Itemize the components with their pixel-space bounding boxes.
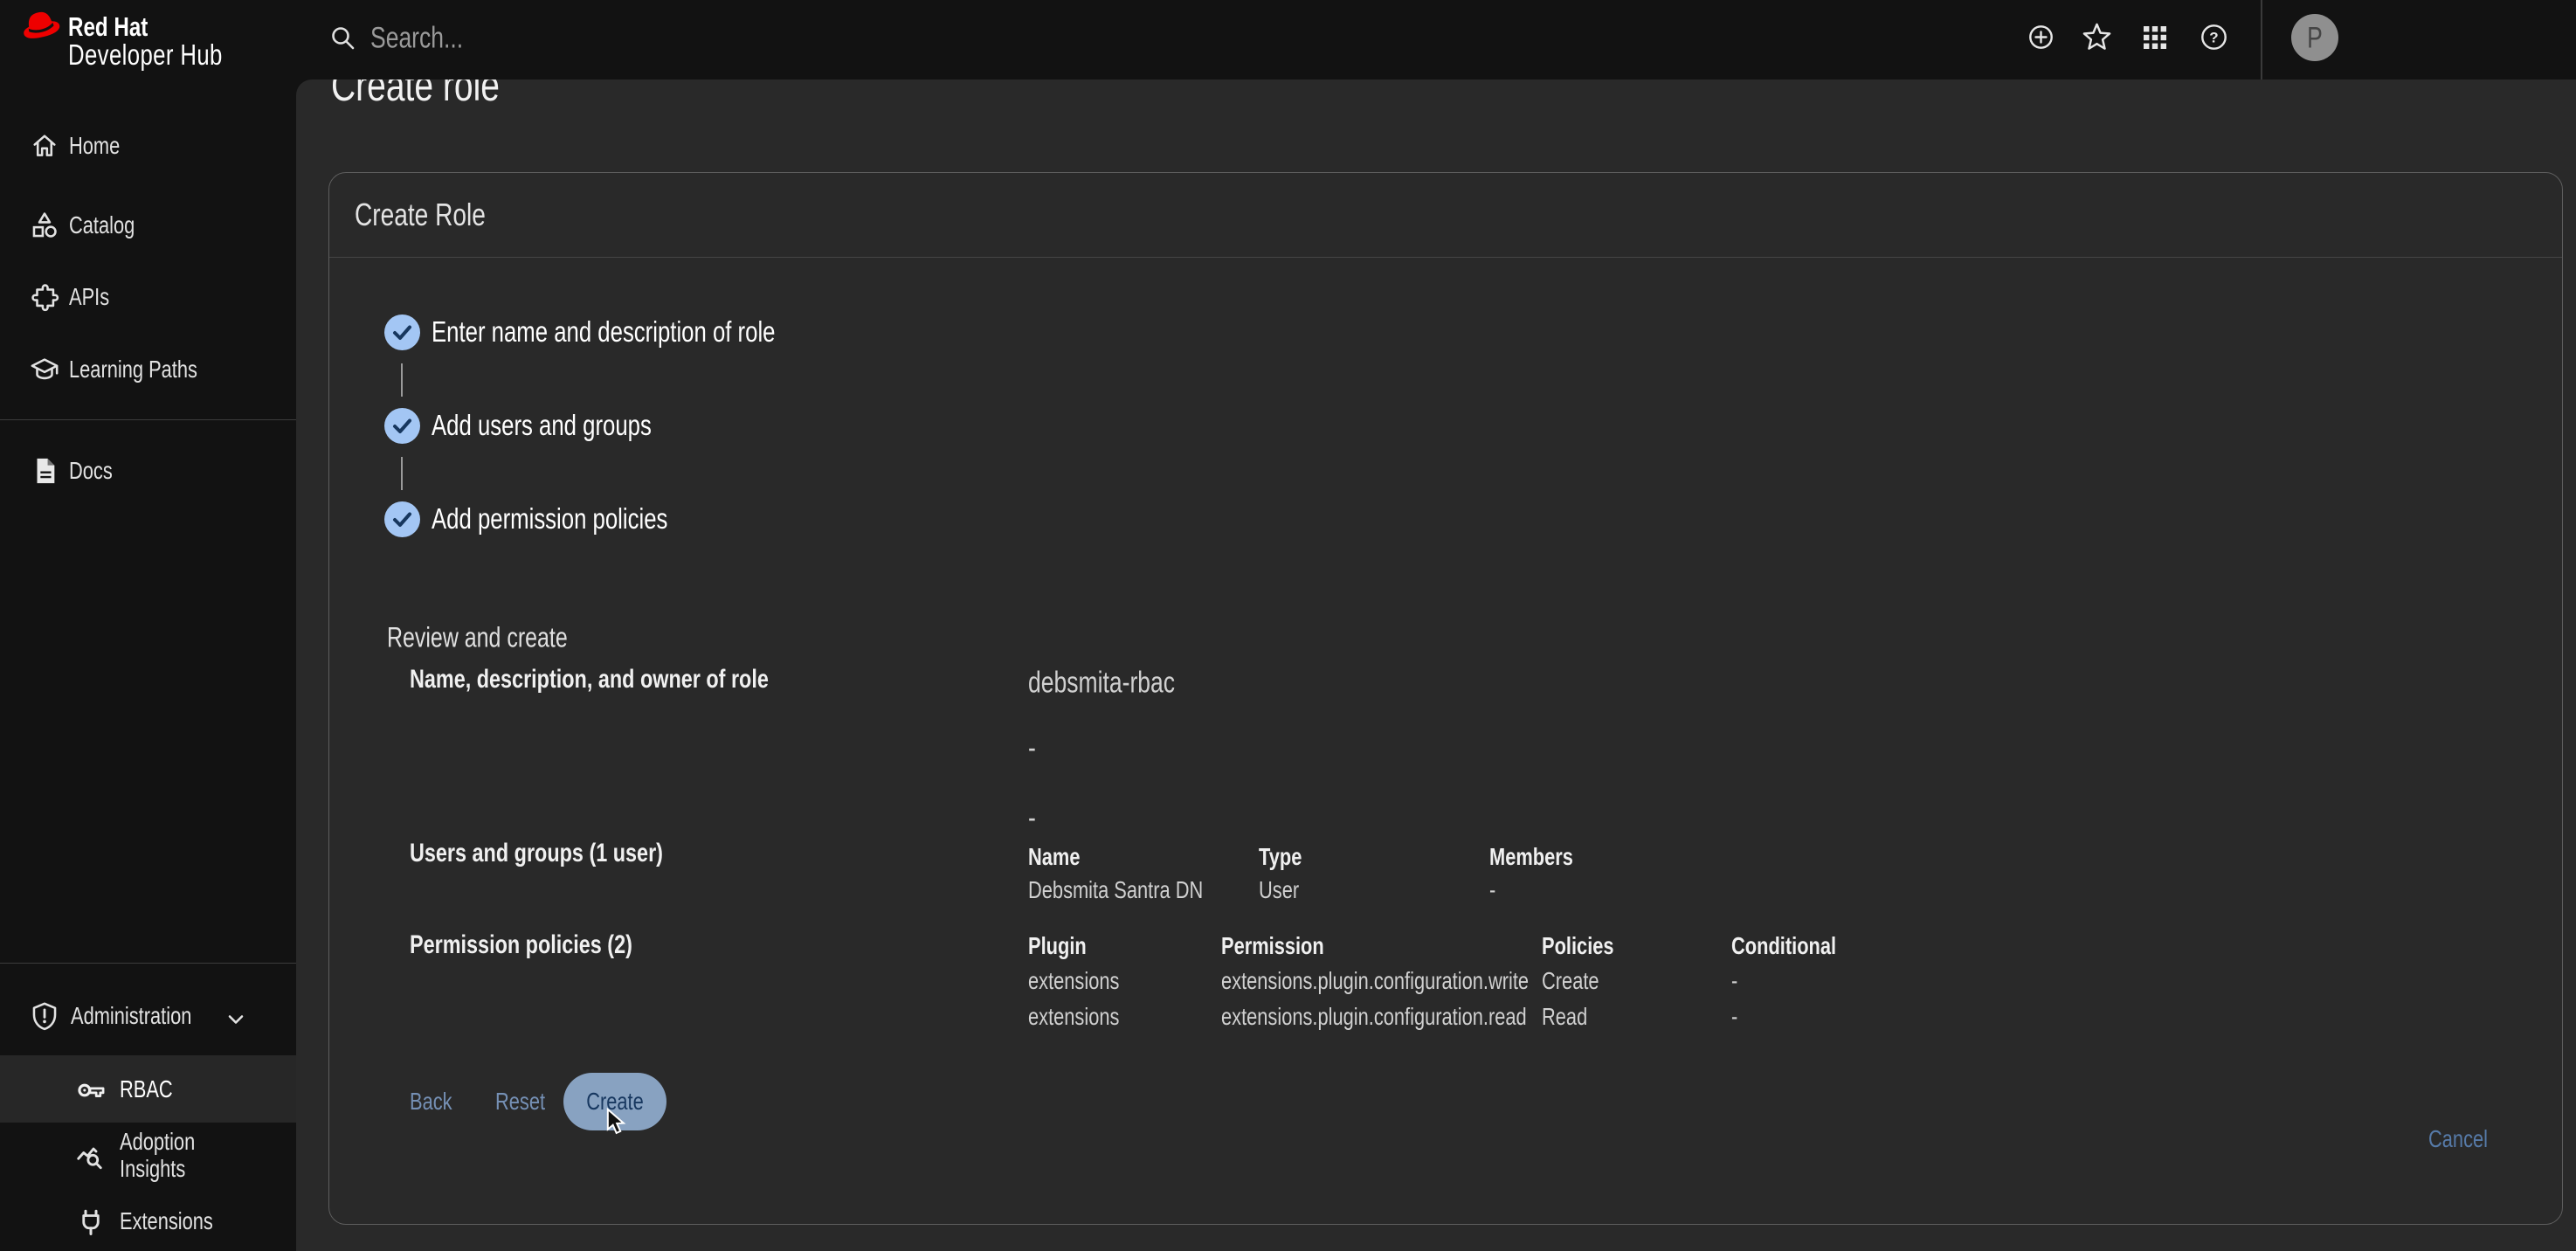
svg-text:?: ? xyxy=(2209,30,2218,46)
